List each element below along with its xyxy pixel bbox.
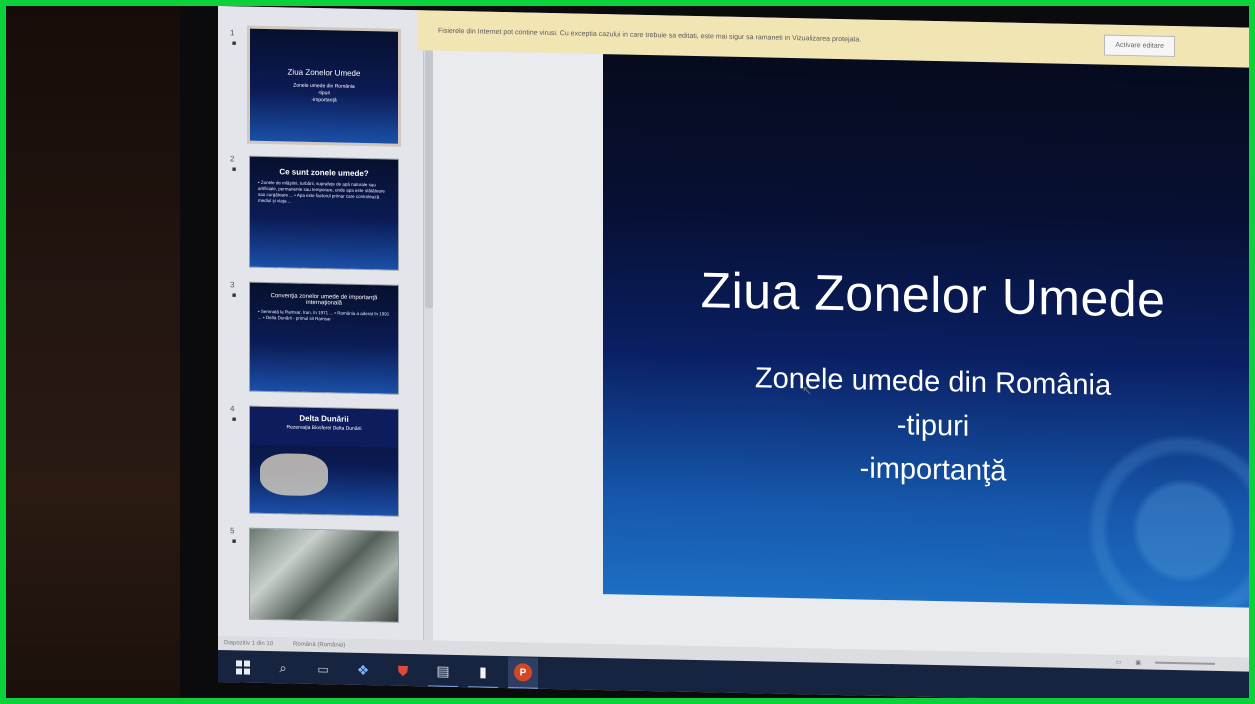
notes-icon[interactable]: ▭ bbox=[1116, 658, 1122, 665]
monitor-screen: ▲ 1 ■ Ziua Zonelor Umede Zonele umede di… bbox=[218, 6, 1255, 704]
slide-title[interactable]: Ziua Zonelor Umede bbox=[603, 259, 1255, 331]
slide-subtitle[interactable]: Zonele umede din România -tipuri -import… bbox=[603, 353, 1255, 499]
thumbnail-number: 1 bbox=[230, 28, 235, 38]
thumbnail-subtitle: Rezervaţia Biosferei Delta Dunării bbox=[286, 424, 362, 433]
slide-editing-area[interactable]: Ziua Zonelor Umede Zonele umede din Româ… bbox=[433, 50, 1255, 658]
powerpoint-taskbar-button[interactable]: P bbox=[508, 657, 538, 690]
slide-thumbnails-pane[interactable]: ▲ 1 ■ Ziua Zonelor Umede Zonele umede di… bbox=[218, 6, 433, 641]
thumbnails-scrollbar[interactable] bbox=[425, 18, 433, 309]
language-indicator[interactable]: Română (România) bbox=[293, 642, 345, 649]
antivirus-shield-icon[interactable]: ⛊ bbox=[388, 656, 418, 687]
store-icon[interactable]: ▤ bbox=[428, 655, 458, 689]
file-explorer-icon[interactable]: ❖ bbox=[348, 655, 378, 686]
slide-count: Diapozitiv 1 din 10 bbox=[224, 640, 274, 648]
document-icon[interactable]: ▮ bbox=[468, 656, 498, 689]
thumbnail-bullet-icon: ■ bbox=[232, 538, 237, 546]
thumbnail-body: • Semnată la Ramsar, Iran, în 1971 ... •… bbox=[258, 308, 390, 322]
powerpoint-icon: P bbox=[514, 663, 532, 682]
thumbnail-bullet-icon: ■ bbox=[232, 292, 237, 300]
thumbnail-title: Ziua Zonelor Umede bbox=[287, 67, 361, 78]
thumbnail-title: Delta Dunării bbox=[299, 413, 349, 424]
thumbnail-bullet-icon: ■ bbox=[232, 416, 237, 424]
delta-map-image bbox=[260, 452, 328, 497]
enable-editing-button[interactable]: Activare editare bbox=[1104, 34, 1175, 57]
thumbnail-bullet-icon: ■ bbox=[232, 166, 237, 174]
thumbnail-header: Delta Dunării Rezervaţia Biosferei Delta… bbox=[250, 406, 398, 448]
search-icon[interactable]: ⌕ bbox=[268, 653, 298, 684]
slide-thumbnail-4[interactable]: Delta Dunării Rezervaţia Biosferei Delta… bbox=[250, 406, 398, 516]
current-slide[interactable]: Ziua Zonelor Umede Zonele umede din Româ… bbox=[603, 54, 1255, 608]
mouse-cursor-icon: ↖ bbox=[802, 383, 813, 398]
slide-thumbnail-5[interactable] bbox=[250, 528, 398, 622]
zoom-slider[interactable] bbox=[1155, 661, 1215, 665]
thumbnail-number: 3 bbox=[230, 280, 235, 290]
windows-start-button[interactable] bbox=[228, 652, 258, 683]
slide-thumbnail-1[interactable]: Ziua Zonelor Umede Zonele umede din Româ… bbox=[250, 28, 398, 144]
slide-thumbnail-2[interactable]: Ce sunt zonele umede? • Zonele de mlăşti… bbox=[250, 156, 398, 270]
normal-view-icon[interactable]: ▣ bbox=[1135, 659, 1141, 666]
view-controls: ▭ ▣ bbox=[1116, 658, 1215, 667]
slide-thumbnail-3[interactable]: Convenţia zonelor umede de importanţă in… bbox=[250, 282, 398, 394]
task-view-icon[interactable]: ▭ bbox=[308, 654, 338, 685]
thumbnail-number: 5 bbox=[230, 526, 235, 536]
protected-view-message: Fisierele din Internet pot contine virus… bbox=[438, 27, 862, 43]
thumbnail-number: 2 bbox=[230, 154, 235, 164]
thumbnail-body: • Zonele de mlăştini, turbării, suprafeţ… bbox=[258, 179, 385, 204]
thumbnail-bullet-icon: ■ bbox=[232, 40, 237, 48]
thumbnail-number: 4 bbox=[230, 404, 235, 414]
windows-logo-icon bbox=[236, 660, 250, 675]
